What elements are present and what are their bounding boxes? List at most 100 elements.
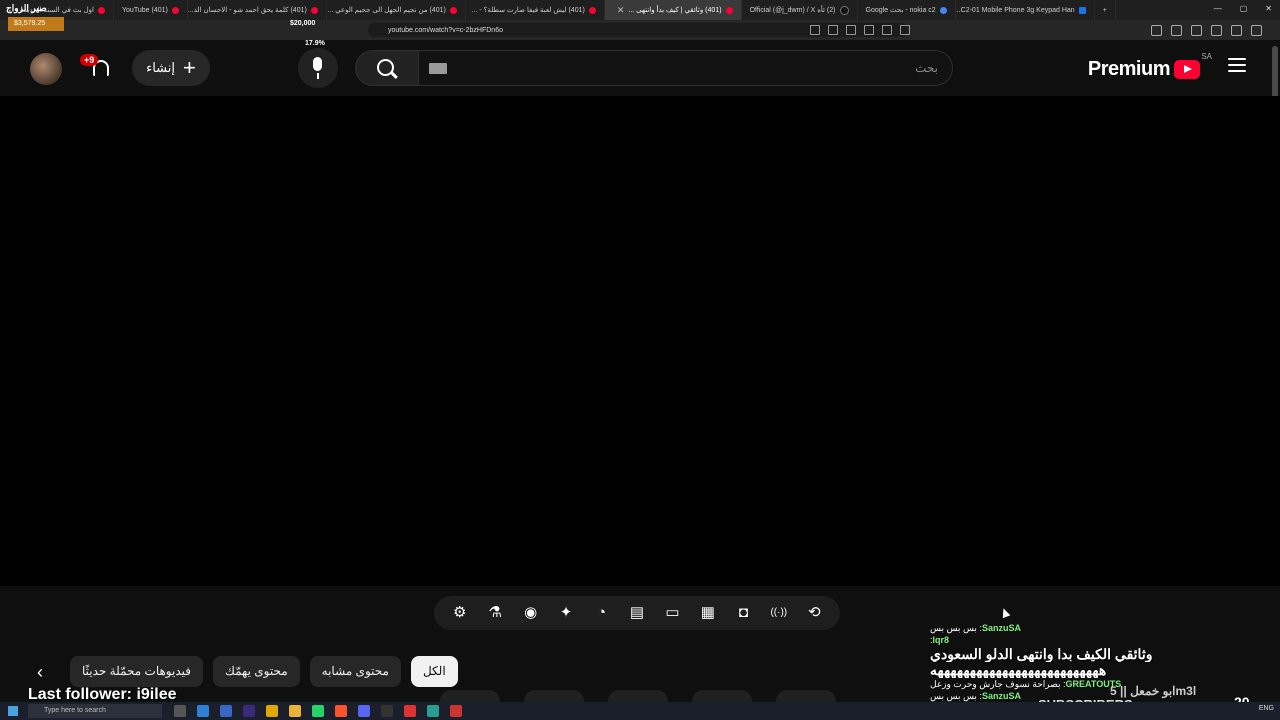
mouse-cursor (999, 606, 1011, 619)
country-code: SA (1201, 52, 1212, 61)
browser-tab-bar: اول بث في السنة الجديدة - ... (401) YouTu… (0, 0, 1280, 20)
obs-icon[interactable] (404, 705, 416, 717)
chrome-icon[interactable] (266, 705, 278, 717)
video-player[interactable] (0, 96, 1280, 586)
loop-icon[interactable]: ⟲ (805, 605, 823, 621)
flask-icon[interactable]: ⚗ (486, 605, 504, 621)
translate-icon[interactable] (810, 25, 820, 35)
chat-text: : بس بس بس (930, 691, 982, 701)
browser-tab[interactable]: nokia c2 - بحث Google (858, 0, 956, 20)
tab-title: C2-01 Mobile Phone 3g Keypad Han... (956, 6, 1075, 14)
close-icon[interactable]: ✕ (1265, 4, 1272, 13)
camera-icon[interactable]: ◉ (522, 605, 540, 621)
tab-title: (401) وثائقي | كيف بدأ وانتهى ... (628, 7, 722, 14)
windows-start-icon[interactable] (8, 706, 18, 716)
youtube-play-icon (1174, 60, 1200, 79)
chat-message: lqr8: (930, 634, 1280, 646)
minimize-icon[interactable]: — (1214, 4, 1222, 13)
video-tools-toolbar: ⚙ ⚗ ◉ ✦ ◔ ▤ ▭ ▦ ◘ ((·)) ⟲ (434, 596, 840, 630)
filter-chip[interactable]: محتوى مشابه (309, 656, 401, 687)
chat-username: SanzuSA (981, 623, 1021, 633)
browser-tab[interactable]: C2-01 Mobile Phone 3g Keypad Han... (956, 0, 1095, 20)
stream-chat: SanzuSA: بس بس بس lqr8: وثائقي الكيف بدا و… (930, 622, 1280, 702)
bookmark-icon[interactable] (882, 25, 892, 35)
menu-icon[interactable] (1251, 25, 1262, 36)
browser-tab[interactable]: (401) من نجيم الجهل الى جحيم الوعي ... (327, 0, 466, 20)
premiere-icon[interactable] (243, 705, 255, 717)
chat-username: SanzuSA (981, 691, 1021, 701)
search-input[interactable]: بحث (418, 50, 953, 86)
new-tab-button[interactable]: + (1095, 0, 1116, 20)
clapper-icon[interactable]: ▦ (699, 605, 717, 621)
overlay-caption: ابو خمعل || 5m3l (1110, 684, 1197, 698)
chat-message: وثائقي الكيف بدا وانتهى الدلو السعودي (930, 646, 1280, 662)
zoom-icon[interactable] (846, 25, 856, 35)
store-icon[interactable] (220, 705, 232, 717)
chat-text: ههههههههههههههههههههههههههه (930, 662, 1107, 678)
task-view-icon[interactable] (174, 705, 186, 717)
logo-text: Premium (1087, 58, 1171, 80)
keyboard-icon[interactable] (429, 63, 447, 74)
address-actions (810, 25, 910, 35)
download-icon[interactable] (1231, 25, 1242, 36)
cast-screen-icon[interactable]: ◘ (734, 605, 752, 621)
browser-tab[interactable]: (401) YouTube (114, 0, 188, 20)
gear-icon[interactable]: ⚙ (451, 605, 469, 621)
hamburger-menu-icon[interactable] (1228, 58, 1246, 72)
maximize-icon[interactable]: ▢ (1240, 4, 1248, 13)
chat-text: : بس بس بس (930, 623, 982, 633)
aspect-ratio-icon[interactable]: ▭ (663, 605, 681, 621)
browser-tab[interactable]: (401) وثائقي | كيف بدأ وانتهى ... ✕ (604, 0, 742, 20)
create-button[interactable]: إنشاء + (132, 50, 210, 86)
extension-icon[interactable] (1171, 25, 1182, 36)
extension-icon[interactable] (1151, 25, 1162, 36)
app-icon[interactable] (427, 705, 439, 717)
donation-total: $3,579.25 (8, 17, 64, 31)
wallet-icon[interactable] (1211, 25, 1222, 36)
x-favicon-icon (839, 5, 849, 15)
windows-taskbar: Type here to search ENG (0, 702, 1280, 720)
browser-tab[interactable]: (401) ليش لعبة فيفا صارت سطلة؟ - ... (466, 0, 605, 20)
site-favicon-icon (1078, 6, 1086, 14)
chevron-left-icon[interactable]: ‹ (30, 662, 50, 682)
tab-title: (401) ليش لعبة فيفا صارت سطلة؟ - ... (471, 7, 585, 14)
folder-icon[interactable] (289, 705, 301, 717)
taskbar-language: ENG (1258, 705, 1274, 712)
chat-username: lqr8 (932, 635, 950, 645)
voice-search-button[interactable] (298, 48, 338, 88)
sidebar-icon[interactable] (1191, 25, 1202, 36)
filter-chip[interactable]: محتوى يهمّك (213, 656, 300, 687)
discord-icon[interactable] (358, 705, 370, 717)
filter-chip[interactable]: الكل (410, 656, 458, 687)
broadcast-icon[interactable]: ((·)) (770, 605, 788, 621)
speedometer-icon[interactable]: ◔ (593, 605, 611, 621)
taskbar-search-placeholder: Type here to search (44, 707, 106, 714)
browser-tab[interactable]: (401) كلمة يحق احمد شو - الاحسان الذ... (188, 0, 327, 20)
edge-icon[interactable] (197, 705, 209, 717)
youtube-favicon-icon (171, 6, 179, 14)
tab-title: (2) ئأه Official (@j_dwm) / X (749, 7, 836, 14)
shield-icon[interactable] (900, 25, 910, 35)
tab-close-icon[interactable]: ✕ (617, 5, 625, 16)
chat-text: : بصراحة نسوف جارش وحرت وزعل (930, 679, 1066, 689)
search-placeholder: بحث (915, 61, 938, 75)
subtitles-icon[interactable]: ▤ (628, 605, 646, 621)
taskbar-search[interactable]: Type here to search (28, 704, 162, 718)
brave-icon[interactable] (335, 705, 347, 717)
search-button[interactable] (355, 50, 419, 86)
app-icon[interactable] (450, 705, 462, 717)
notifications-button[interactable]: +9 (80, 54, 114, 80)
browser-tab[interactable]: (2) ئأه Official (@j_dwm) / X (742, 0, 858, 20)
share-icon[interactable] (864, 25, 874, 35)
youtube-premium-logo[interactable]: SA Premium (1087, 52, 1212, 81)
google-favicon-icon (939, 6, 947, 14)
address-bar: youtube.com/watch?v=c-2bzHFDn6o (0, 20, 1280, 40)
terminal-icon[interactable] (381, 705, 393, 717)
filter-chips: فيديوهات محمّلة حديثًا محتوى يهمّك محتوى م… (70, 656, 458, 687)
sparkle-icon[interactable]: ✦ (557, 605, 575, 621)
whatsapp-icon[interactable] (312, 705, 324, 717)
cast-icon[interactable] (828, 25, 838, 35)
filter-chip[interactable]: فيديوهات محمّلة حديثًا (70, 656, 203, 687)
youtube-masthead: SA Premium بحث إنشاء + +9 (0, 44, 1280, 94)
avatar[interactable] (30, 53, 62, 85)
